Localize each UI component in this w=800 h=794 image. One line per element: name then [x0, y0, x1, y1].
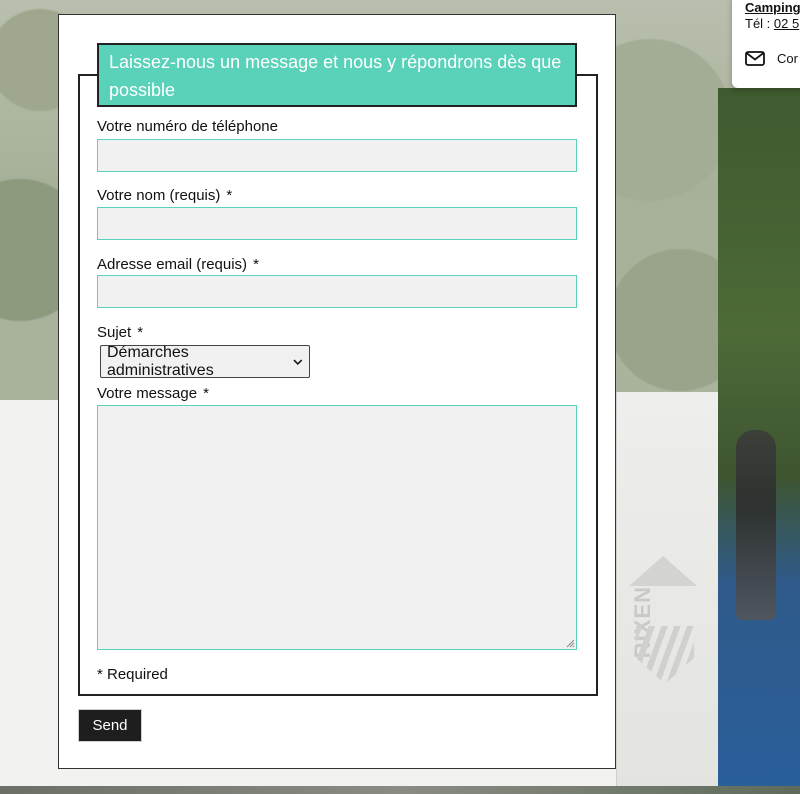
subject-select[interactable]: Démarches administratives: [100, 343, 310, 379]
contact-link[interactable]: Cor: [745, 51, 800, 66]
background-bottom-strip: [0, 786, 800, 794]
phone-input[interactable]: [97, 139, 577, 172]
contact-label: Cor: [777, 51, 798, 66]
contact-form-panel: Laissez-nous un message et nous y répond…: [58, 14, 616, 769]
chevron-down-icon: [293, 359, 303, 365]
message-textarea[interactable]: [97, 405, 577, 650]
subject-label: Sujet *: [97, 324, 144, 341]
rixen-logo: RIXEN: [628, 556, 698, 686]
phone-line: Tél : 02 5: [745, 16, 800, 31]
phone-label: Votre numéro de téléphone: [97, 118, 278, 135]
envelope-icon: [745, 51, 765, 66]
email-input[interactable]: [97, 275, 577, 308]
background-rider: [736, 430, 776, 620]
resize-handle-icon[interactable]: [566, 639, 575, 648]
message-label: Votre message *: [97, 385, 209, 402]
email-label: Adresse email (requis) *: [97, 256, 259, 273]
form-legend: Laissez-nous un message et nous y répond…: [97, 43, 577, 107]
subject-selected-value: Démarches administratives: [107, 343, 214, 379]
contact-info-card: Camping Tél : 02 5 Cor: [732, 0, 800, 88]
phone-link[interactable]: 02 5: [774, 16, 799, 31]
name-input[interactable]: [97, 207, 577, 240]
required-note: * Required: [97, 666, 168, 683]
name-label: Votre nom (requis) *: [97, 187, 233, 204]
camping-link[interactable]: Camping: [745, 0, 800, 16]
send-button[interactable]: Send: [78, 709, 142, 742]
